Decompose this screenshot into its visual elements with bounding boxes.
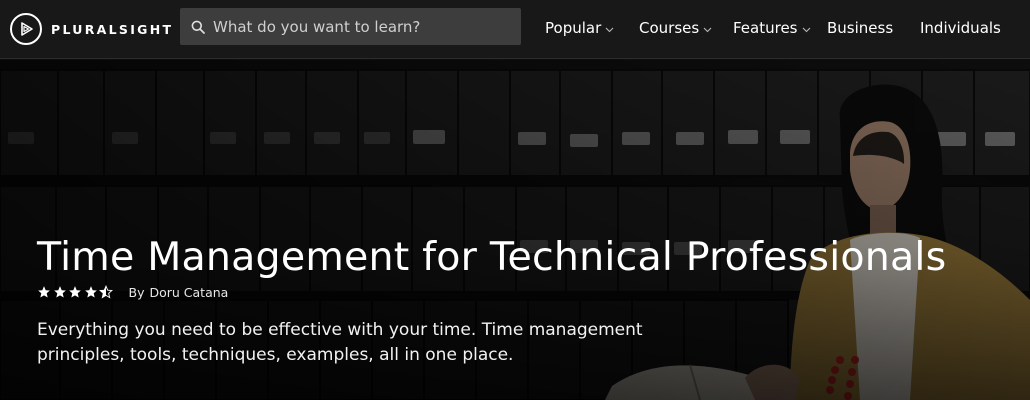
- top-navigation: PLURALSIGHT Popular Courses Features Bus…: [0, 0, 1030, 59]
- menu-features[interactable]: Features: [733, 17, 811, 39]
- pluralsight-play-logo-icon: [10, 13, 42, 45]
- menu-label: Courses: [639, 19, 700, 37]
- chevron-down-icon: [703, 27, 712, 33]
- course-title: Time Management for Technical Profession…: [37, 234, 947, 280]
- chevron-down-icon: [605, 27, 614, 33]
- menu-label: Individuals: [920, 19, 1001, 37]
- menu-popular[interactable]: Popular: [545, 17, 614, 39]
- menu-courses[interactable]: Courses: [639, 17, 712, 39]
- menu-label: Features: [733, 19, 798, 37]
- half-star-icon: [99, 285, 113, 299]
- course-hero: Time Management for Technical Profession…: [0, 60, 1030, 400]
- star-icon: [69, 286, 81, 298]
- menu-individuals[interactable]: Individuals: [920, 17, 1001, 39]
- search-box[interactable]: [180, 8, 521, 45]
- by-label: By: [128, 284, 145, 300]
- course-meta: By Doru Catana: [37, 283, 228, 301]
- brand-name: PLURALSIGHT: [51, 21, 174, 37]
- menu-business[interactable]: Business: [827, 17, 893, 39]
- rating-stars: [37, 285, 115, 299]
- course-description: Everything you need to be effective with…: [37, 320, 643, 365]
- star-icon: [84, 286, 97, 298]
- menu-label: Business: [827, 19, 894, 37]
- search-icon: [191, 20, 205, 34]
- star-icon: [38, 286, 50, 298]
- menu-label: Popular: [545, 19, 602, 37]
- chevron-down-icon: [802, 27, 811, 33]
- pluralsight-logo[interactable]: PLURALSIGHT: [10, 12, 173, 46]
- author-link[interactable]: Doru Catana: [149, 285, 228, 300]
- search-input[interactable]: [213, 17, 513, 36]
- star-icon: [53, 286, 66, 298]
